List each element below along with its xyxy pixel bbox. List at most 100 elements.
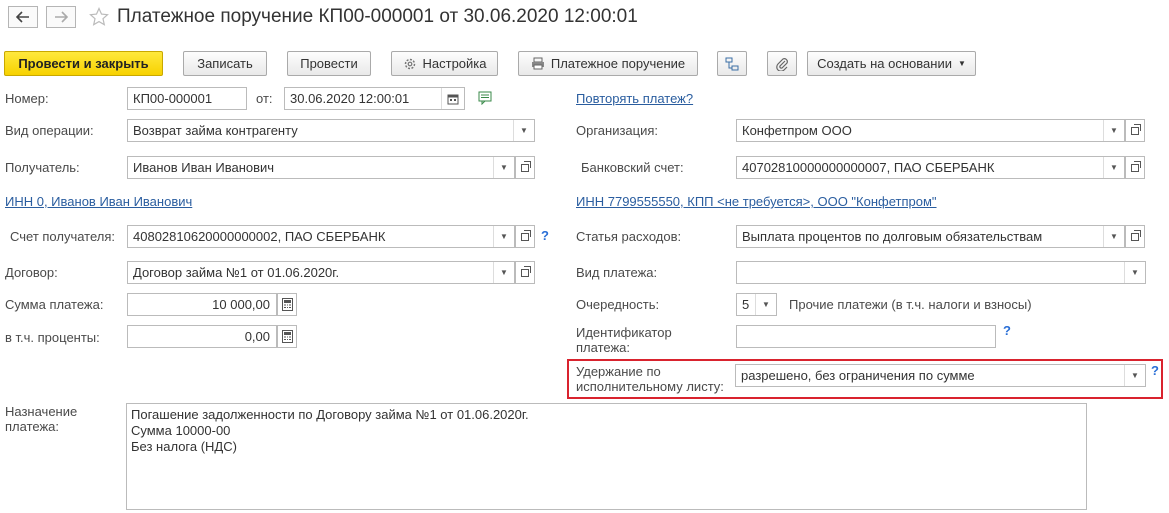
chevron-down-icon[interactable]: ▼ [1103, 120, 1124, 141]
help-icon[interactable]: ? [1003, 323, 1011, 338]
purpose-line: Сумма 10000-00 [131, 423, 231, 438]
save-button[interactable]: Записать [183, 51, 267, 76]
payment-identifier-label: Идентификатор платежа: [576, 325, 672, 355]
chevron-down-icon[interactable]: ▼ [493, 157, 514, 178]
recipient-account-select[interactable]: 40802810620000000002, ПАО СБЕРБАНК ▼ [127, 225, 515, 248]
chevron-down-icon[interactable]: ▼ [755, 294, 776, 315]
open-form-icon [521, 265, 531, 277]
chevron-down-icon[interactable]: ▼ [1124, 262, 1145, 283]
bank-account-value: 40702810000000000007, ПАО СБЕРБАНК [742, 160, 995, 175]
chevron-down-icon: ▼ [957, 59, 966, 68]
attach-files-button[interactable] [767, 51, 797, 76]
open-form-icon [521, 160, 531, 172]
print-label: Платежное поручение [550, 56, 686, 71]
save-label: Записать [197, 56, 253, 71]
withholding-value: разрешено, без ограничения по сумме [741, 368, 975, 383]
recipient-account-label: Счет получателя: [10, 229, 116, 244]
post-button[interactable]: Провести [287, 51, 371, 76]
contract-value: Договор займа №1 от 01.06.2020г. [133, 265, 340, 280]
priority-select[interactable]: 5 ▼ [736, 293, 777, 316]
back-button[interactable] [8, 6, 38, 28]
chevron-down-icon[interactable]: ▼ [1103, 157, 1124, 178]
settings-label: Настройка [422, 56, 487, 71]
printer-icon [531, 57, 544, 70]
contract-open-button[interactable] [515, 261, 535, 284]
open-form-icon [521, 229, 531, 241]
sum-field[interactable]: 10 000,00 [127, 293, 277, 316]
chevron-down-icon[interactable]: ▼ [493, 262, 514, 283]
document-structure-button[interactable] [717, 51, 747, 76]
expense-item-value: Выплата процентов по долговым обязательс… [742, 229, 1043, 244]
contract-select[interactable]: Договор займа №1 от 01.06.2020г. ▼ [127, 261, 515, 284]
post-label: Провести [300, 56, 358, 71]
interest-calculator-button[interactable] [277, 325, 297, 348]
expense-item-label: Статья расходов: [576, 229, 682, 244]
recipient-select[interactable]: Иванов Иван Иванович ▼ [127, 156, 515, 179]
payment-type-label: Вид платежа: [576, 265, 658, 280]
date-field[interactable]: 30.06.2020 12:00:01 [284, 87, 465, 110]
bank-account-label: Банковский счет: [581, 160, 684, 175]
expense-item-select[interactable]: Выплата процентов по долговым обязательс… [736, 225, 1125, 248]
create-based-on-button[interactable]: Создать на основании ▼ [807, 51, 976, 76]
post-and-close-button[interactable]: Провести и закрыть [4, 51, 163, 76]
organization-inn-link[interactable]: ИНН 7799555550, КПП <не требуется>, ООО … [576, 194, 937, 209]
chevron-down-icon[interactable]: ▼ [513, 120, 534, 141]
chevron-down-icon[interactable]: ▼ [493, 226, 514, 247]
number-field[interactable]: КП00-000001 [127, 87, 247, 110]
operation-select[interactable]: Возврат займа контрагенту ▼ [127, 119, 535, 142]
number-label: Номер: [5, 91, 49, 106]
bank-account-open-button[interactable] [1125, 156, 1145, 179]
interest-value: 0,00 [244, 329, 270, 344]
operation-label: Вид операции: [5, 123, 94, 138]
organization-label: Организация: [576, 123, 659, 138]
settings-button[interactable]: Настройка [391, 51, 498, 76]
recipient-open-button[interactable] [515, 156, 535, 179]
page-title: Платежное поручение КП00-000001 от 30.06… [117, 6, 638, 27]
document-structure-icon [725, 57, 739, 70]
sum-label: Сумма платежа: [5, 297, 104, 312]
favorite-button[interactable] [89, 7, 109, 30]
repeat-payment-link[interactable]: Повторять платеж? [576, 91, 693, 106]
interest-label: в т.ч. проценты: [5, 330, 100, 345]
comment-button[interactable] [478, 91, 493, 108]
withholding-select[interactable]: разрешено, без ограничения по сумме ▼ [735, 364, 1146, 387]
expense-item-open-button[interactable] [1125, 225, 1145, 248]
date-value: 30.06.2020 12:00:01 [290, 91, 410, 106]
recipient-account-value: 40802810620000000002, ПАО СБЕРБАНК [133, 229, 386, 244]
organization-select[interactable]: Конфетпром ООО ▼ [736, 119, 1125, 142]
interest-field[interactable]: 0,00 [127, 325, 277, 348]
print-payment-order-button[interactable]: Платежное поручение [518, 51, 698, 76]
calculator-icon [281, 330, 293, 343]
sum-calculator-button[interactable] [277, 293, 297, 316]
priority-value: 5 [742, 297, 750, 312]
payment-type-select[interactable]: ▼ [736, 261, 1146, 284]
gear-icon [404, 58, 415, 69]
help-icon[interactable]: ? [541, 228, 549, 243]
contract-label: Договор: [5, 265, 58, 280]
recipient-inn-link[interactable]: ИНН 0, Иванов Иван Иванович [5, 194, 192, 209]
sum-value: 10 000,00 [212, 297, 270, 312]
chevron-down-icon[interactable]: ▼ [1103, 226, 1124, 247]
calendar-button[interactable] [441, 88, 464, 109]
purpose-textarea[interactable]: Погашение задолженности по Договору займ… [126, 403, 1087, 510]
purpose-label: Назначение платежа: [5, 404, 78, 434]
withholding-label: Удержание по исполнительному листу: [576, 364, 724, 394]
star-icon [89, 7, 109, 26]
purpose-line: Погашение задолженности по Договору займ… [131, 407, 529, 422]
arrow-right-icon [55, 11, 68, 23]
bank-account-select[interactable]: 40702810000000000007, ПАО СБЕРБАНК ▼ [736, 156, 1125, 179]
priority-label: Очередность: [576, 297, 660, 312]
forward-button[interactable] [46, 6, 76, 28]
chevron-down-icon[interactable]: ▼ [1124, 365, 1145, 386]
organization-value: Конфетпром ООО [742, 123, 852, 138]
number-value: КП00-000001 [133, 91, 213, 106]
open-form-icon [1131, 229, 1141, 241]
calendar-icon [447, 94, 459, 104]
organization-open-button[interactable] [1125, 119, 1145, 142]
priority-description: Прочие платежи (в т.ч. налоги и взносы) [789, 297, 1032, 312]
payment-identifier-field[interactable] [736, 325, 996, 348]
create-based-label: Создать на основании [817, 56, 952, 71]
recipient-account-open-button[interactable] [515, 225, 535, 248]
open-form-icon [1131, 123, 1141, 135]
help-icon[interactable]: ? [1151, 363, 1159, 378]
